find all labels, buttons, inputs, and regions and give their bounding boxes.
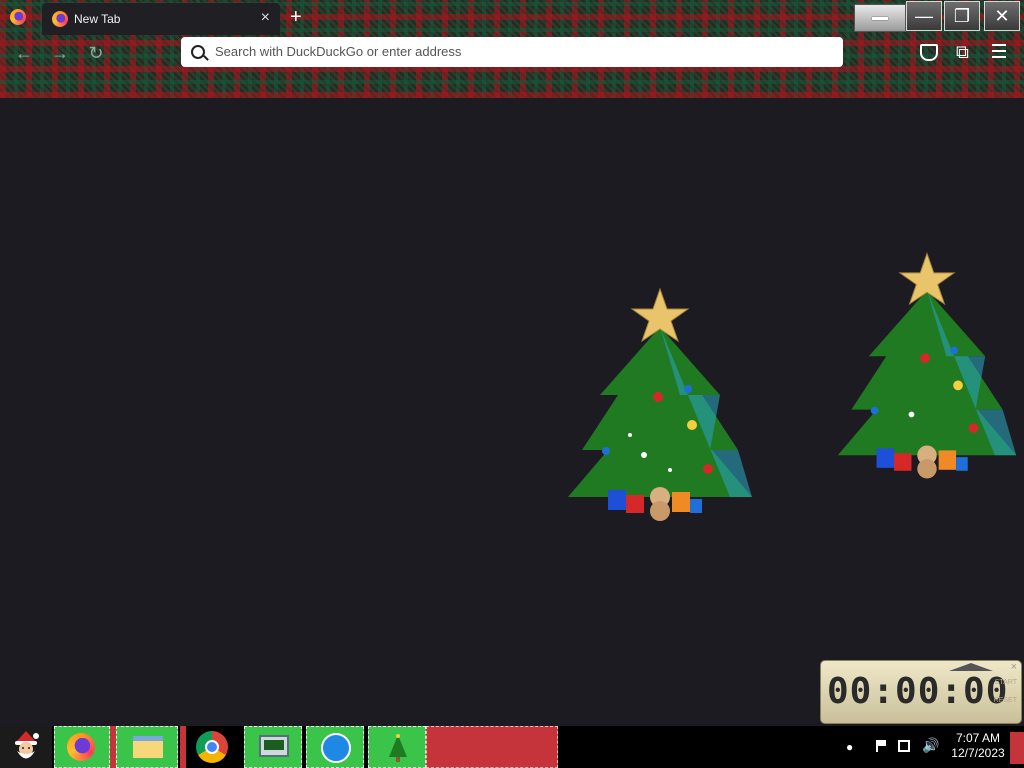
clock-date[interactable]: 12/7/2023 <box>948 746 1008 760</box>
stopwatch-close-icon[interactable]: × <box>1011 661 1017 673</box>
stopwatch-start-button[interactable]: START <box>995 679 1017 686</box>
system-tray: ● 🔊 7:07 AM 12/7/2023 <box>840 726 1024 768</box>
taskbar-chrome-button[interactable] <box>186 726 242 768</box>
new-tab-button[interactable]: + <box>290 6 302 28</box>
tab-new-tab[interactable]: New Tab × <box>42 3 280 35</box>
search-icon <box>191 45 205 59</box>
taskbar-file-manager-button[interactable] <box>116 726 178 768</box>
tab-close-icon[interactable]: × <box>261 9 270 27</box>
minimize-alt-button[interactable] <box>854 4 906 32</box>
taskbar-firefox-button[interactable] <box>54 726 110 768</box>
taskbar-empty-slot <box>426 726 558 768</box>
firefox-logo-icon[interactable] <box>10 9 26 25</box>
stopwatch-gadget[interactable]: 00:00:00 × START RESET <box>820 660 1022 724</box>
action-center-flag-icon[interactable] <box>876 740 888 752</box>
messenger-icon <box>321 733 351 763</box>
tray-indicator-icon[interactable]: ● <box>846 740 853 754</box>
christmas-tree-icon <box>389 734 407 762</box>
christmas-tree-decoration <box>568 287 752 521</box>
network-icon[interactable] <box>898 740 910 752</box>
tab-bar: New Tab × + — ❐ ✕ <box>0 0 1024 36</box>
stopwatch-reset-button[interactable]: RESET <box>994 697 1017 704</box>
tab-title: New Tab <box>74 12 121 26</box>
santa-start-icon <box>15 731 39 759</box>
forward-button[interactable]: → <box>48 42 72 64</box>
stopwatch-display: 00:00:00 <box>827 671 1009 712</box>
taskbar-messenger-button[interactable] <box>306 726 364 768</box>
restore-button[interactable]: ❐ <box>944 1 980 31</box>
address-bar[interactable]: Search with DuckDuckGo or enter address <box>181 37 843 67</box>
back-button[interactable]: ← <box>12 42 36 64</box>
stopwatch-arrow-icon <box>949 663 993 671</box>
firefox-icon <box>67 733 95 761</box>
reload-button[interactable]: ↻ <box>84 42 108 64</box>
minimize-button[interactable]: — <box>906 1 942 31</box>
tab-favicon-icon <box>52 11 68 27</box>
taskbar-christmas-tree-button[interactable] <box>368 726 426 768</box>
system-monitor-icon <box>259 735 289 757</box>
file-manager-icon <box>133 736 163 758</box>
volume-icon[interactable]: 🔊 <box>922 737 939 754</box>
taskbar-system-monitor-button[interactable] <box>244 726 302 768</box>
start-button[interactable] <box>0 726 52 768</box>
close-button[interactable]: ✕ <box>984 1 1020 31</box>
extensions-icon[interactable]: ⧉ <box>956 42 969 63</box>
address-bar-placeholder[interactable]: Search with DuckDuckGo or enter address <box>215 44 461 59</box>
show-desktop-button[interactable] <box>1010 732 1024 764</box>
pocket-icon[interactable] <box>920 44 938 61</box>
christmas-tree-decoration <box>837 252 1017 479</box>
clock-time[interactable]: 7:07 AM <box>952 731 1004 745</box>
app-menu-icon[interactable] <box>992 44 1006 62</box>
chrome-icon <box>196 731 228 763</box>
